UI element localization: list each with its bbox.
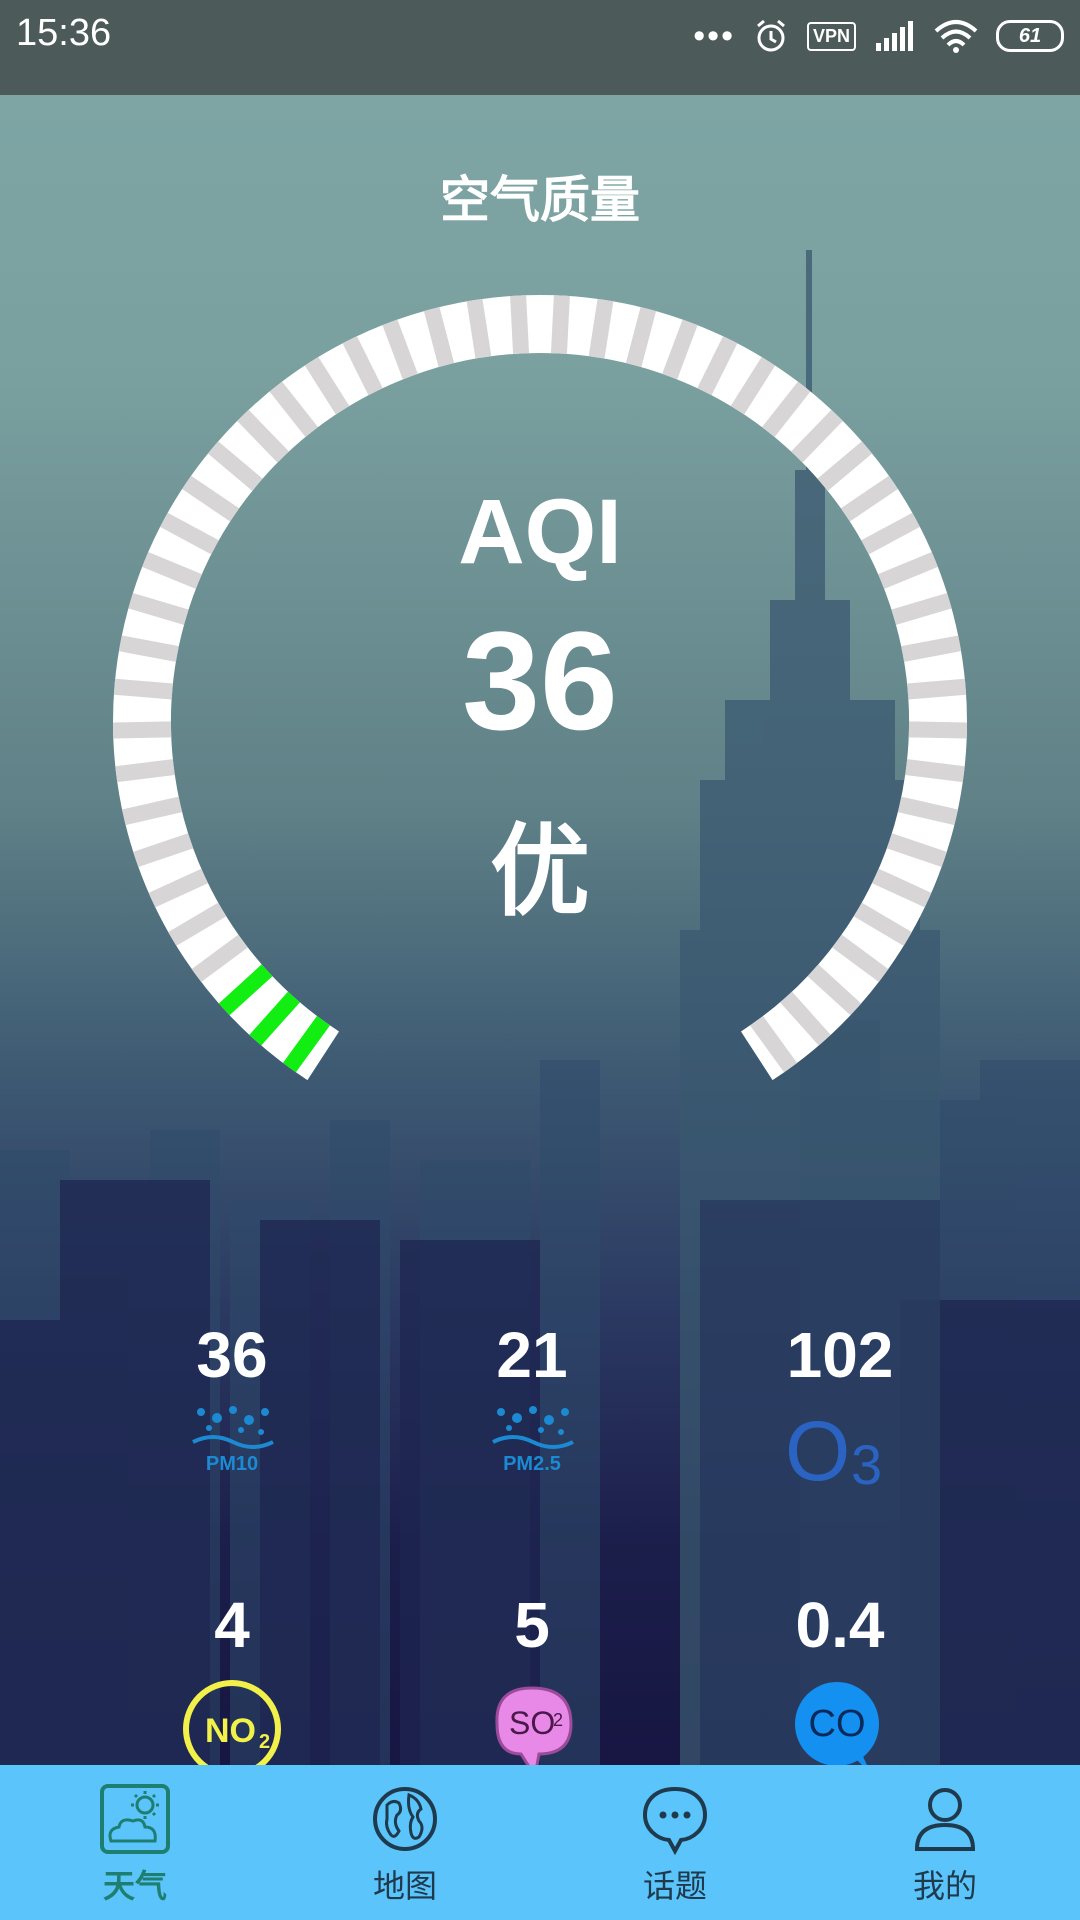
pm25-value: 21 bbox=[496, 1319, 568, 1391]
pm25-icon: PM2.5 bbox=[492, 1406, 574, 1475]
gauge-tick bbox=[115, 759, 175, 783]
nav-item-weather[interactable]: 天气 bbox=[0, 1765, 270, 1920]
nav-item-map[interactable]: 地图 bbox=[270, 1765, 540, 1920]
chat-bubble-icon bbox=[642, 1786, 708, 1855]
aqi-level: 优 bbox=[490, 816, 590, 928]
svg-text:CO: CO bbox=[809, 1703, 866, 1745]
svg-text:NO: NO bbox=[205, 1712, 256, 1750]
nav-label-mine: 我的 bbox=[912, 1868, 977, 1904]
nav-label-weather: 天气 bbox=[102, 1868, 167, 1904]
pollutant-so2[interactable]: 5 SO 2 bbox=[432, 1588, 632, 1784]
o3-icon: O 3 bbox=[785, 1404, 882, 1494]
nav-label-map: 地图 bbox=[372, 1868, 437, 1904]
weather-icon bbox=[100, 1784, 170, 1854]
bottom-navigation: 天气 地图 话题 我的 bbox=[0, 1765, 1080, 1920]
pollutant-no2[interactable]: 4 NO 2 bbox=[132, 1588, 332, 1784]
pollutant-co[interactable]: 0.4 CO bbox=[740, 1588, 940, 1784]
no2-value: 4 bbox=[214, 1589, 250, 1661]
co-value: 0.4 bbox=[795, 1589, 885, 1661]
pm10-value: 36 bbox=[196, 1319, 268, 1391]
person-icon bbox=[914, 1788, 976, 1851]
pollutant-o3[interactable]: 102 O 3 bbox=[740, 1318, 940, 1494]
gauge-tick bbox=[588, 298, 614, 359]
o3-value: 102 bbox=[786, 1319, 894, 1391]
gauge-tick bbox=[466, 298, 492, 359]
pm25-label: PM2.5 bbox=[503, 1453, 561, 1475]
nav-label-topic: 话题 bbox=[642, 1868, 707, 1904]
svg-text:SO: SO bbox=[509, 1705, 555, 1741]
nav-item-mine[interactable]: 我的 bbox=[810, 1765, 1080, 1920]
gauge-tick bbox=[550, 295, 570, 354]
pollutant-pm10[interactable]: 36 PM10 bbox=[132, 1318, 332, 1484]
svg-text:2: 2 bbox=[259, 1731, 270, 1753]
pm10-icon: PM10 bbox=[192, 1406, 274, 1475]
svg-text:2: 2 bbox=[553, 1710, 563, 1730]
aqi-value: 36 bbox=[462, 602, 618, 759]
svg-text:3: 3 bbox=[851, 1433, 882, 1494]
pollutant-pm25[interactable]: 21 PM2.5 bbox=[432, 1318, 632, 1484]
gauge-tick bbox=[510, 295, 530, 354]
nav-item-topic[interactable]: 话题 bbox=[540, 1765, 810, 1920]
globe-icon bbox=[373, 1787, 437, 1851]
gauge-tick bbox=[905, 759, 965, 783]
svg-text:O: O bbox=[785, 1404, 850, 1494]
pm10-label: PM10 bbox=[206, 1453, 258, 1475]
so2-value: 5 bbox=[514, 1589, 550, 1661]
aqi-label: AQI bbox=[458, 481, 622, 583]
